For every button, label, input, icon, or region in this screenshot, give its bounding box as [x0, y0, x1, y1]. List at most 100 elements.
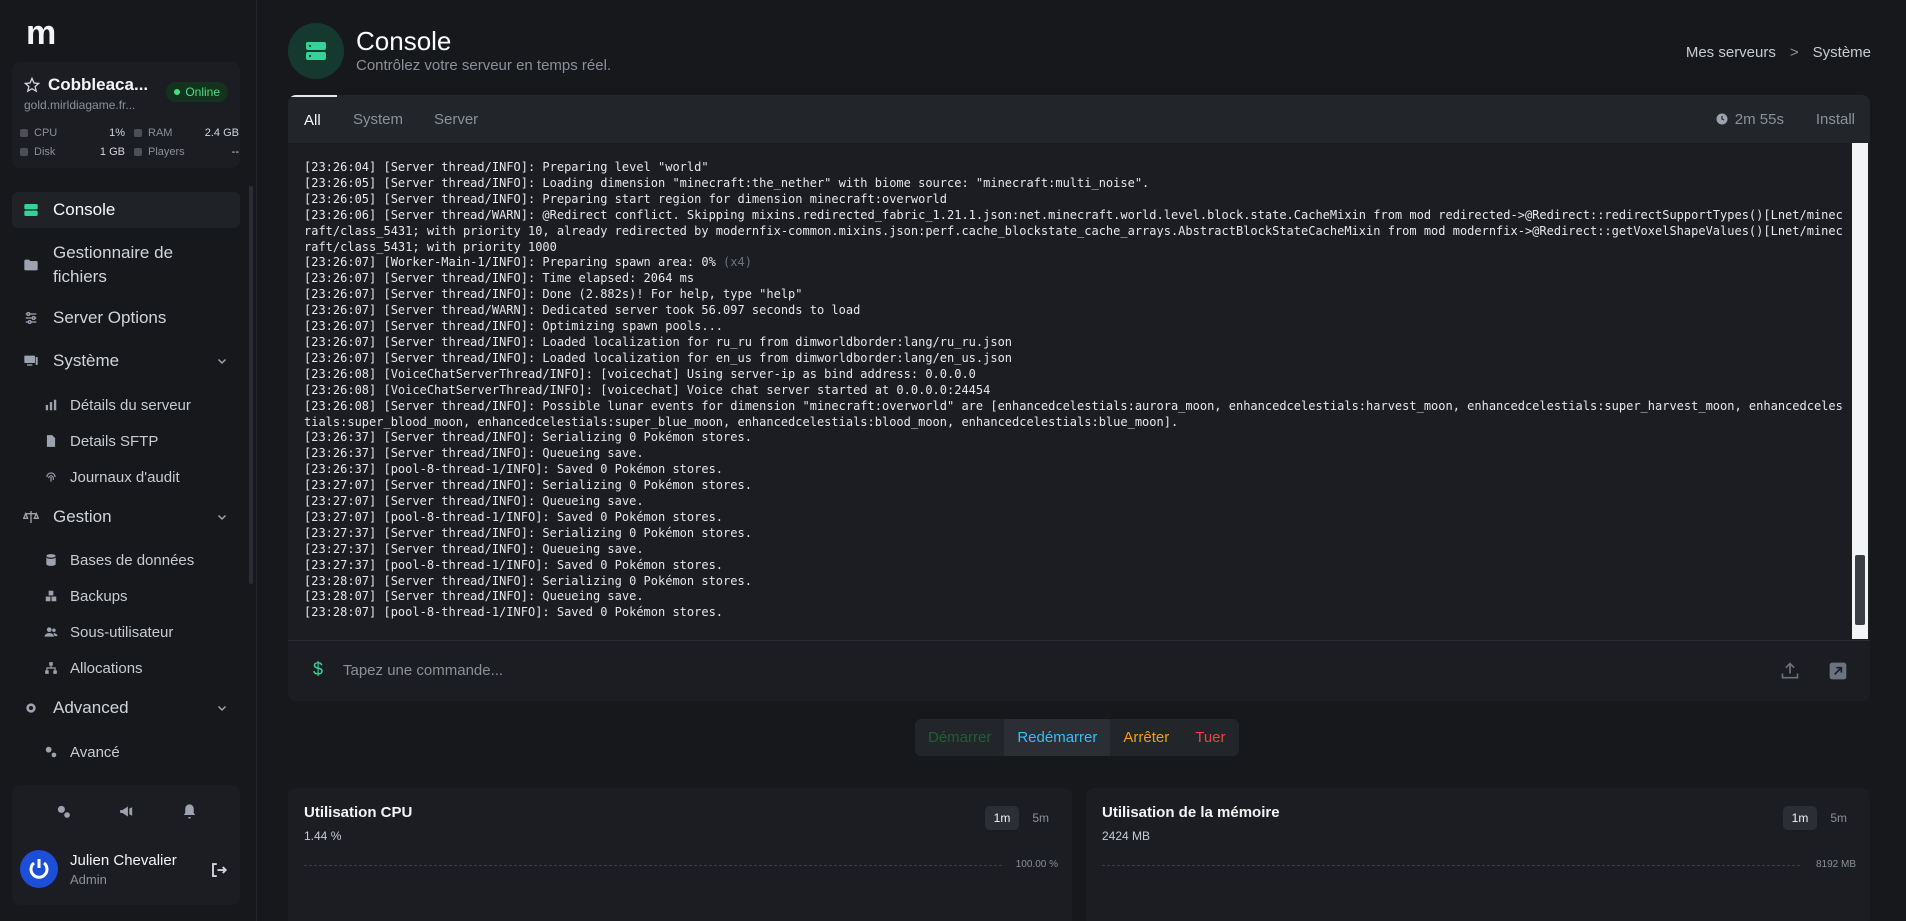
- gear-icon: [26, 703, 36, 713]
- memory-graph: Utilisation de la mémoire 2424 MB 1m 5m …: [1086, 788, 1870, 921]
- players-icon: [134, 148, 142, 156]
- user-profile[interactable]: Julien Chevalier Admin: [20, 850, 177, 888]
- memory-range-1m[interactable]: 1m: [1782, 806, 1818, 830]
- cpu-range-5m[interactable]: 5m: [1023, 806, 1058, 830]
- prompt-icon: $: [313, 659, 324, 679]
- sidebar-scrollbar[interactable]: [249, 186, 253, 584]
- breadcrumb: Mes serveurs > Système: [1686, 44, 1871, 61]
- upload-icon[interactable]: [1780, 661, 1800, 681]
- backup-icon: [45, 590, 57, 602]
- scrollbar-thumb[interactable]: [1855, 555, 1865, 625]
- log-line: [23:26:07] [Worker-Main-1/INFO]: Prepari…: [304, 255, 752, 270]
- nav-advanced[interactable]: Advanced: [12, 690, 240, 726]
- kill-button[interactable]: Tuer: [1182, 719, 1238, 756]
- stop-button[interactable]: Arrêter: [1110, 719, 1182, 756]
- log-line: [23:27:37] [Server thread/INFO]: Seriali…: [304, 525, 752, 540]
- sidebar-item-server-details[interactable]: Détails du serveur: [44, 392, 191, 418]
- stat-players: Players --: [134, 146, 239, 158]
- server-icon: [306, 42, 326, 60]
- nav-systeme[interactable]: Système: [12, 343, 240, 379]
- cpu-max-label: 100.00 %: [1015, 859, 1058, 870]
- console-scrollbar[interactable]: [1852, 143, 1868, 639]
- breadcrumb-servers[interactable]: Mes serveurs: [1686, 44, 1776, 61]
- logo[interactable]: m: [26, 14, 56, 53]
- memory-max-line: [1102, 865, 1800, 866]
- settings-icon[interactable]: [55, 803, 72, 820]
- breadcrumb-separator: >: [1789, 44, 1799, 61]
- memory-title: Utilisation de la mémoire: [1102, 804, 1280, 821]
- server-name: Cobbleaca...: [48, 75, 149, 94]
- repeat-count: (x4): [715, 255, 752, 270]
- chevron-down-icon: [217, 358, 227, 365]
- sidebar-item-allocations[interactable]: Allocations: [44, 655, 143, 681]
- log-line: [23:26:07] [Server thread/INFO]: Optimiz…: [304, 319, 724, 334]
- server-card[interactable]: Cobbleaca... Online gold.mirldiagame.fr.…: [12, 62, 240, 168]
- memory-max-label: 8192 MB: [1815, 859, 1856, 870]
- cpu-graph: Utilisation CPU 1.44 % 1m 5m 100.00 %: [288, 788, 1072, 921]
- log-line: [23:26:37] [pool-8-thread-1/INFO]: Saved…: [304, 462, 724, 477]
- send-icon[interactable]: [1828, 661, 1848, 681]
- cpu-value: 1.44 %: [304, 829, 342, 843]
- log-line: [23:26:08] [VoiceChatServerThread/INFO]:…: [304, 382, 991, 397]
- log-line: [23:27:07] [Server thread/INFO]: Queuein…: [304, 494, 644, 509]
- chevron-down-icon: [217, 514, 227, 521]
- star-icon[interactable]: [24, 77, 40, 93]
- sidebar-item-avance[interactable]: Avancé: [44, 739, 120, 765]
- memory-range-5m[interactable]: 5m: [1821, 806, 1856, 830]
- avatar: [20, 850, 58, 888]
- folder-icon: [24, 259, 38, 271]
- megaphone-icon[interactable]: [118, 803, 135, 820]
- log-line: [23:26:08] [Server thread/INFO]: Possibl…: [304, 398, 1843, 429]
- sidebar-item-backups[interactable]: Backups: [44, 583, 128, 609]
- log-line: [23:26:07] [Server thread/INFO]: Loaded …: [304, 334, 1013, 349]
- footer-icons: [12, 803, 240, 820]
- bell-icon[interactable]: [181, 803, 198, 820]
- log-line: [23:27:07] [Server thread/INFO]: Seriali…: [304, 478, 752, 493]
- sidebar-item-sftp[interactable]: Details SFTP: [44, 428, 158, 454]
- ram-icon: [134, 129, 142, 137]
- file-icon: [46, 435, 56, 447]
- memory-range-toggle: 1m 5m: [1782, 806, 1856, 830]
- command-bar: $: [288, 640, 1870, 701]
- command-input[interactable]: [343, 655, 1743, 685]
- monitor-icon: [24, 355, 38, 366]
- log-line: [23:26:07] [Server thread/INFO]: Done (2…: [304, 287, 803, 302]
- sidebar-item-audit[interactable]: Journaux d'audit: [44, 464, 180, 490]
- user-role: Admin: [70, 871, 107, 887]
- stat-cpu: CPU 1%: [20, 127, 125, 139]
- clock-icon: [1716, 113, 1728, 125]
- log-line: [23:26:05] [Server thread/INFO]: Loading…: [304, 175, 1150, 190]
- chevron-down-icon: [217, 705, 227, 712]
- install-tab[interactable]: Install: [1816, 95, 1855, 143]
- log-line: [23:26:37] [Server thread/INFO]: Queuein…: [304, 446, 644, 461]
- sidebar-item-subusers[interactable]: Sous-utilisateur: [44, 619, 173, 645]
- server-host: gold.mirldiagame.fr...: [24, 98, 136, 112]
- power-avatar-icon: [29, 859, 49, 879]
- sidebar-footer: Julien Chevalier Admin: [12, 785, 240, 905]
- nav-console[interactable]: Console: [12, 192, 240, 228]
- tab-system[interactable]: System: [353, 95, 403, 143]
- log-line: [23:26:07] [Server thread/INFO]: Loaded …: [304, 350, 1013, 365]
- sidebar-item-databases[interactable]: Bases de données: [44, 547, 194, 573]
- tab-server[interactable]: Server: [434, 95, 478, 143]
- nav-server-options[interactable]: Server Options: [12, 300, 240, 336]
- cpu-range-1m[interactable]: 1m: [984, 806, 1020, 830]
- console-icon: [24, 204, 38, 216]
- logout-icon[interactable]: [210, 861, 228, 879]
- start-button[interactable]: Démarrer: [915, 719, 1004, 756]
- fingerprint-icon: [46, 472, 56, 482]
- log-line: [23:26:08] [VoiceChatServerThread/INFO]:…: [304, 366, 976, 381]
- uptime: 2m 55s: [1716, 95, 1784, 143]
- cpu-title: Utilisation CPU: [304, 804, 413, 821]
- log-line: [23:26:07] [Server thread/WARN]: Dedicat…: [304, 303, 861, 318]
- restart-button[interactable]: Redémarrer: [1004, 719, 1111, 756]
- page-title: Console: [356, 26, 452, 56]
- cpu-max-line: [304, 865, 1002, 866]
- memory-value: 2424 MB: [1102, 829, 1151, 843]
- status-badge: Online: [166, 82, 228, 102]
- network-icon: [45, 662, 57, 674]
- nav-files[interactable]: Gestionnaire de fichiers: [12, 240, 240, 290]
- log-line: [23:28:07] [Server thread/INFO]: Queuein…: [304, 589, 644, 604]
- nav-gestion[interactable]: Gestion: [12, 499, 240, 535]
- tab-all[interactable]: All: [288, 95, 337, 143]
